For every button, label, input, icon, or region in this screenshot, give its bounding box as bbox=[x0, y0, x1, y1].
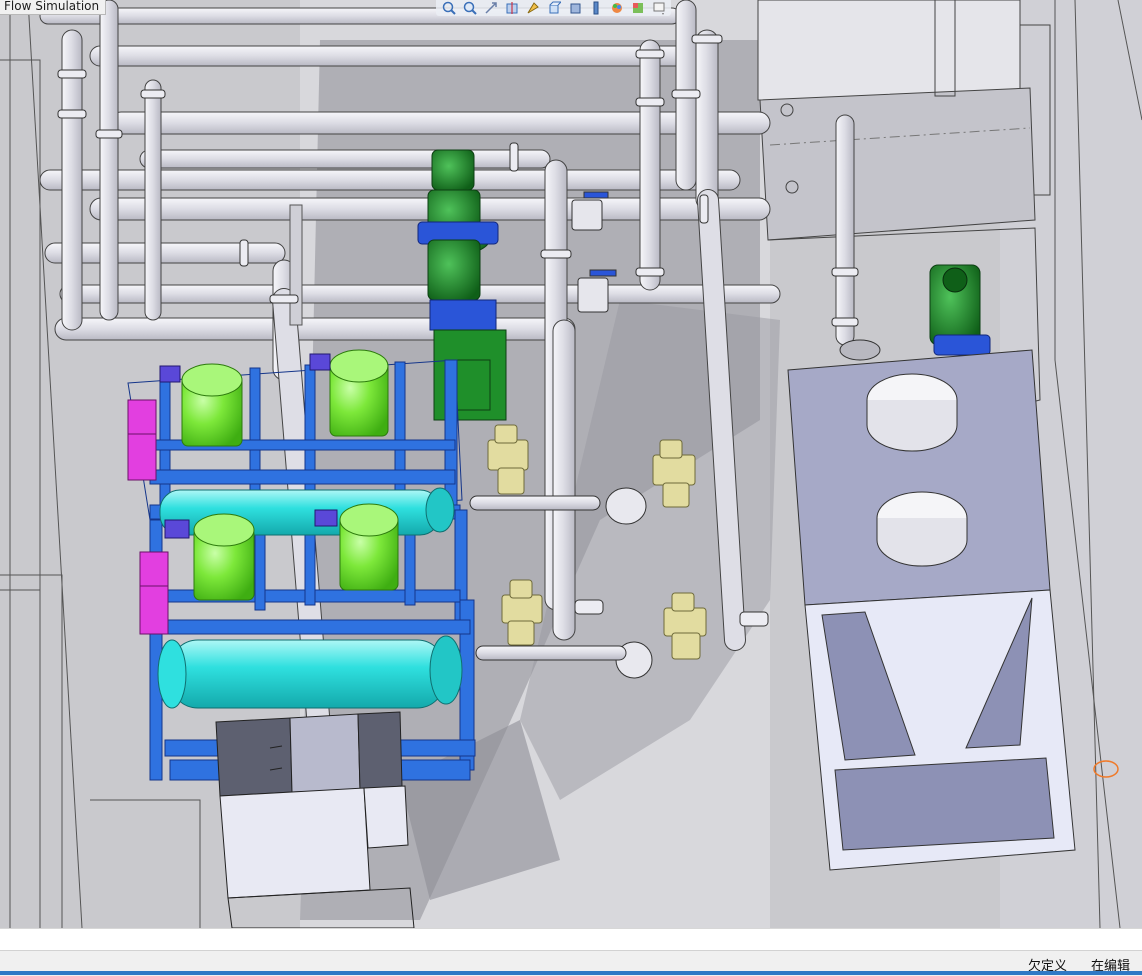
feature-manager-tabs-band bbox=[0, 928, 1142, 951]
view-orientation-icon[interactable] bbox=[545, 1, 562, 16]
previous-view-icon[interactable] bbox=[482, 1, 499, 16]
cad-assembly-scene[interactable] bbox=[0, 0, 1142, 928]
display-style-icon[interactable] bbox=[566, 1, 583, 16]
flow-simulation-tab[interactable]: Flow Simulation bbox=[0, 0, 107, 15]
graphics-viewport[interactable]: Flow Simulation bbox=[0, 0, 1142, 928]
apply-scene-icon[interactable] bbox=[629, 1, 646, 16]
zoom-to-fit-icon[interactable] bbox=[440, 1, 457, 16]
zoom-to-area-icon[interactable] bbox=[461, 1, 478, 16]
heads-up-view-toolbar[interactable] bbox=[436, 0, 671, 16]
section-view-icon[interactable] bbox=[503, 1, 520, 16]
taskbar-accent-strip bbox=[0, 971, 1142, 975]
edit-appearance-icon[interactable] bbox=[608, 1, 625, 16]
view-settings-icon[interactable] bbox=[650, 1, 667, 16]
hide-show-items-icon[interactable] bbox=[587, 1, 604, 16]
dynamic-annotation-icon[interactable] bbox=[524, 1, 541, 16]
